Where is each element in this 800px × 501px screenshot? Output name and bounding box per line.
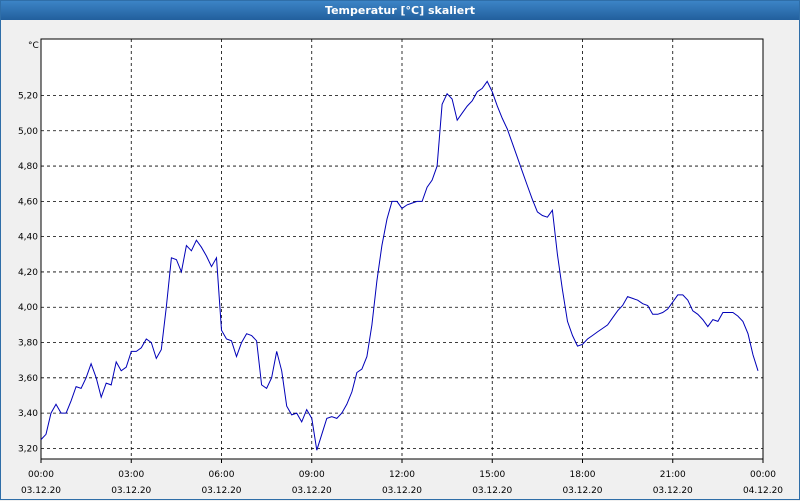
x-tick-date-label: 03.12.20 [653, 486, 693, 496]
x-tick-date-label: 03.12.20 [472, 486, 512, 496]
y-tick-label: 3,20 [18, 444, 38, 454]
x-tick-time-label: 03:00 [118, 470, 144, 480]
x-tick-date-label: 03.12.20 [382, 486, 422, 496]
y-tick-label: 5,00 [18, 127, 38, 137]
x-tick-date-label: 03.12.20 [111, 486, 151, 496]
x-tick-time-label: 00:00 [750, 470, 776, 480]
x-tick-time-label: 09:00 [299, 470, 325, 480]
x-tick-date-label: 03.12.20 [201, 486, 241, 496]
x-tick-time-label: 06:00 [209, 470, 235, 480]
y-tick-label: 3,60 [18, 374, 38, 384]
x-tick-date-label: 03.12.20 [21, 486, 61, 496]
x-tick-time-label: 21:00 [660, 470, 686, 480]
x-tick-date-label: 03.12.20 [292, 486, 332, 496]
x-tick-time-label: 15:00 [479, 470, 505, 480]
chart-window: Temperatur [°C] skaliert 3,20 3,40 3,60 3,8… [0, 0, 800, 500]
y-tick-label: 4,40 [18, 233, 38, 243]
x-tick-date-label: 03.12.20 [562, 486, 602, 496]
y-tick-label: 4,20 [18, 268, 38, 278]
y-axis-unit-label: °C [28, 41, 39, 51]
y-tick-label: 4,00 [18, 303, 38, 313]
y-tick-label: 4,60 [18, 197, 38, 207]
x-tick-time-label: 12:00 [389, 470, 415, 480]
temperature-chart: 3,20 3,40 3,60 3,80 4,00 4,20 4,40 4,60 4,80 5,00… [18, 38, 783, 496]
y-tick-label: 5,20 [18, 91, 38, 101]
x-tick-date-label: 04.12.20 [743, 486, 783, 496]
y-tick-label: 4,80 [18, 162, 38, 172]
y-tick-label: 3,40 [18, 409, 38, 419]
x-tick-time-label: 18:00 [570, 470, 596, 480]
y-tick-label: 3,80 [18, 339, 38, 349]
x-tick-time-label: 00:00 [28, 470, 54, 480]
